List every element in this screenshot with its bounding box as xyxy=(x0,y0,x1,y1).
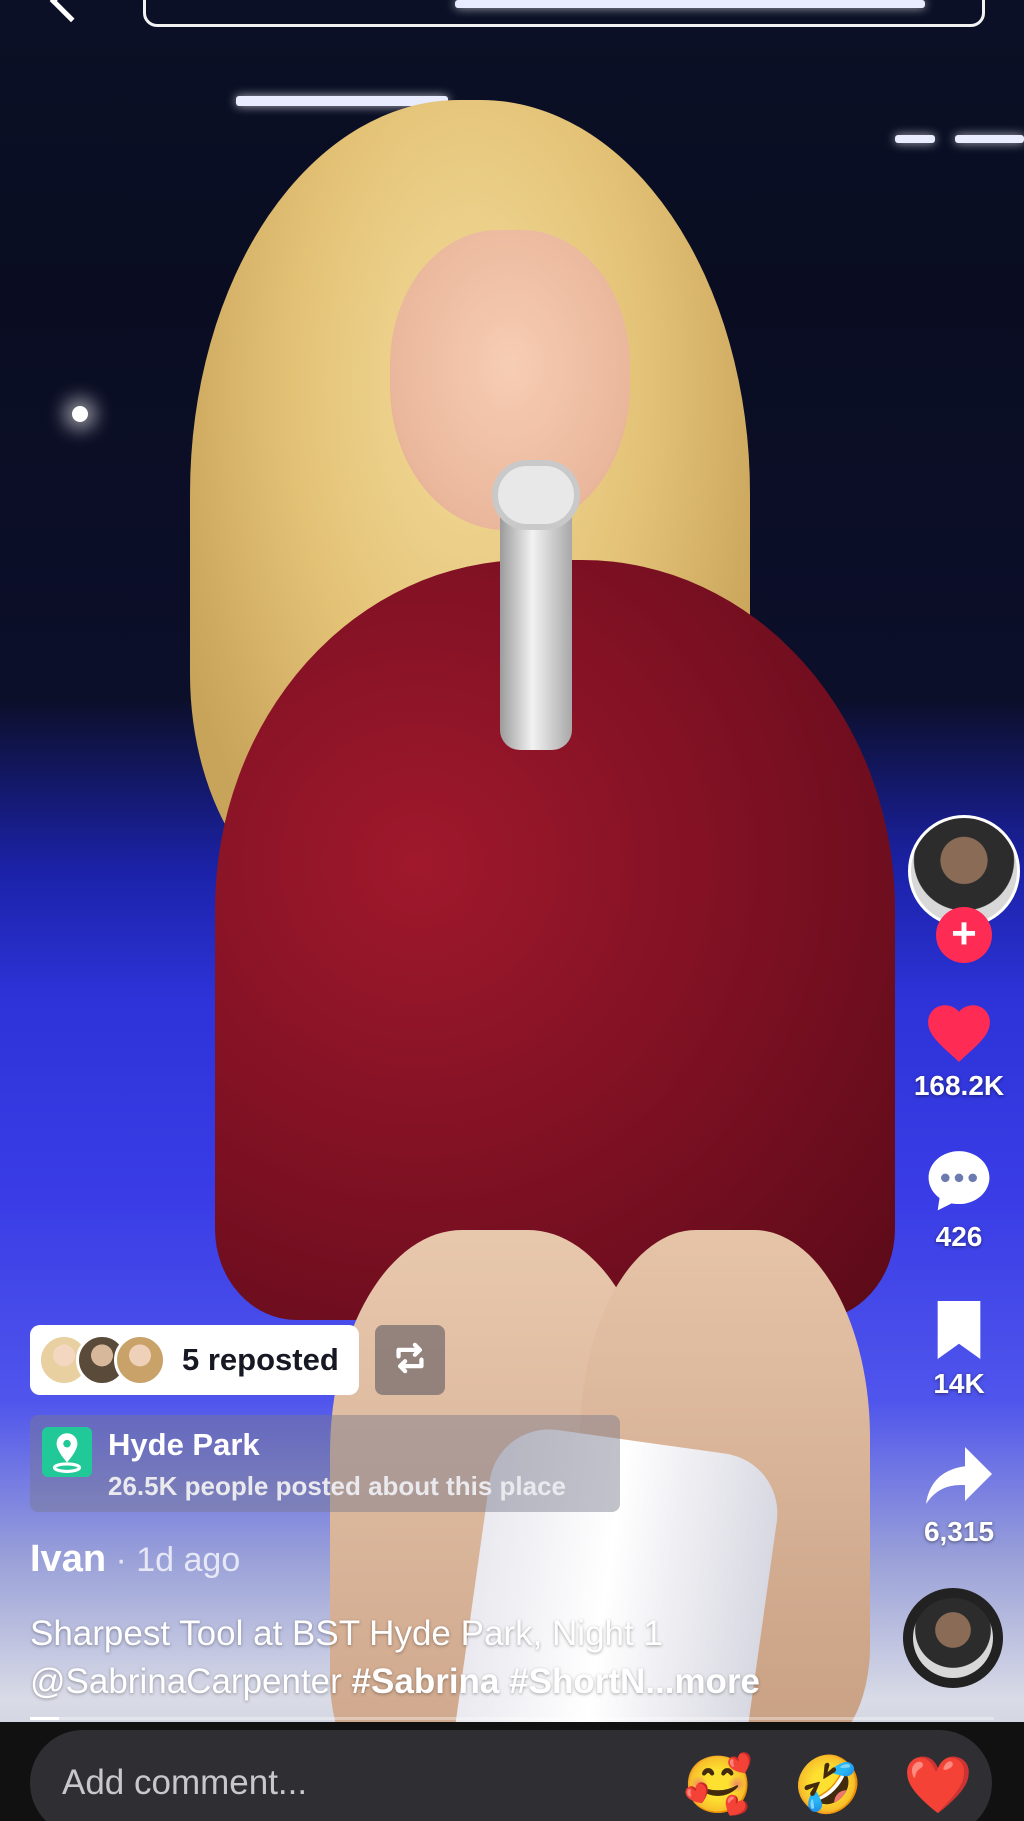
share-arrow-icon[interactable] xyxy=(894,1444,1024,1510)
sound-disc-avatar[interactable] xyxy=(903,1588,1003,1688)
caption[interactable]: Sharpest Tool at BST Hyde Park, Night 1 … xyxy=(30,1610,830,1706)
stage-spotlight xyxy=(72,406,88,422)
repost-label: 5 reposted xyxy=(182,1342,339,1377)
avatar xyxy=(114,1334,166,1386)
comment-count: 426 xyxy=(935,1221,983,1252)
repost-icon[interactable] xyxy=(390,1340,430,1381)
caption-more-link[interactable]: more xyxy=(674,1662,760,1701)
comment-bubble-icon[interactable] xyxy=(894,1145,1024,1215)
repost-button[interactable] xyxy=(375,1325,445,1395)
video-progress-bar[interactable] xyxy=(30,1717,994,1720)
share-button[interactable]: 6,315 xyxy=(894,1444,1024,1548)
caption-hashtag[interactable]: #ShortN... xyxy=(509,1662,674,1701)
comment-button[interactable]: 426 xyxy=(894,1145,1024,1253)
location-pin-icon xyxy=(42,1427,92,1477)
post-time: · 1d ago xyxy=(106,1541,241,1579)
save-count: 14K xyxy=(933,1368,985,1399)
share-count: 6,315 xyxy=(923,1516,995,1547)
comment-placeholder: Add comment... xyxy=(62,1763,308,1802)
search-input[interactable] xyxy=(143,0,985,27)
repost-pill[interactable]: 5 reposted xyxy=(30,1325,359,1395)
microphone-head xyxy=(492,460,580,530)
caption-text: Sharpest Tool at BST Hyde Park, Night 1 xyxy=(30,1614,663,1653)
video-progress-fill xyxy=(30,1717,59,1720)
bookmark-icon[interactable] xyxy=(894,1298,1024,1362)
comment-bar: Add comment... 🥰 🤣 ❤️ xyxy=(0,1722,1024,1821)
smiling-hearts-emoji-icon[interactable]: 🥰 xyxy=(683,1758,753,1814)
bookmark-button[interactable]: 14K xyxy=(894,1298,1024,1400)
like-count: 168.2K xyxy=(913,1070,1005,1101)
caption-mention[interactable]: @SabrinaCarpenter xyxy=(30,1662,342,1701)
red-heart-emoji-icon[interactable]: ❤️ xyxy=(903,1758,973,1814)
location-card[interactable]: Hyde Park 26.5K people posted about this… xyxy=(30,1415,620,1512)
heart-icon[interactable] xyxy=(894,996,1024,1064)
location-subtitle: 26.5K people posted about this place xyxy=(108,1471,566,1501)
creator-avatar-group[interactable]: + xyxy=(894,815,1024,963)
action-rail: + 168.2K 426 14K 6,315 xyxy=(894,0,1024,1821)
author-name[interactable]: Ivan xyxy=(30,1538,106,1580)
caption-hashtag[interactable]: #Sabrina xyxy=(352,1662,500,1701)
follow-plus-icon[interactable]: + xyxy=(936,907,992,963)
like-button[interactable]: 168.2K xyxy=(894,996,1024,1102)
author-line[interactable]: Ivan · 1d ago xyxy=(30,1538,240,1581)
location-name: Hyde Park xyxy=(108,1427,260,1462)
rolling-laughing-emoji-icon[interactable]: 🤣 xyxy=(793,1758,863,1814)
video-screen[interactable]: + 168.2K 426 14K 6,315 5 reposted Hyde P… xyxy=(0,0,1024,1821)
